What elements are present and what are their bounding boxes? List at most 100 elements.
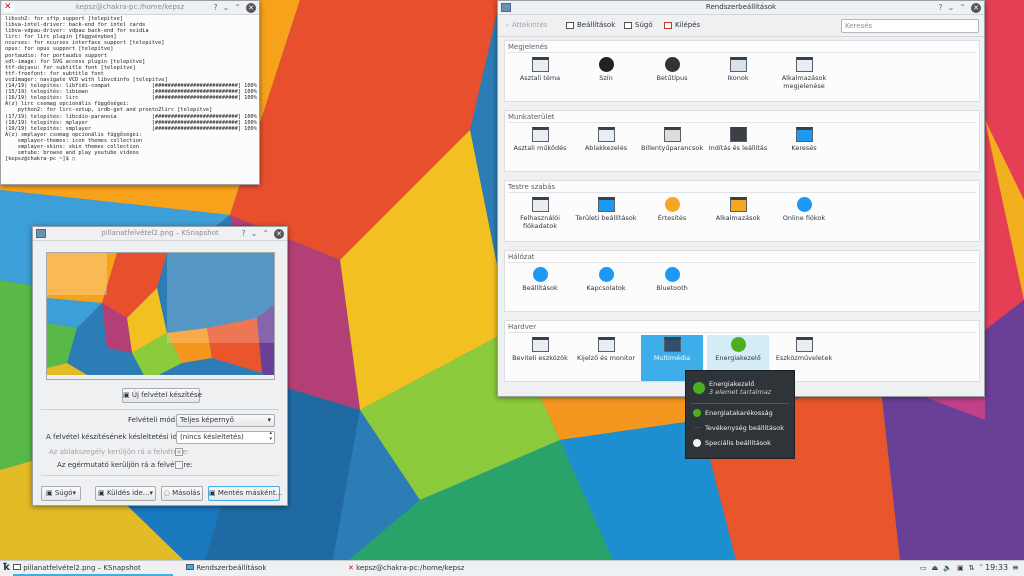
settings-item[interactable]: Beviteli eszközök <box>509 335 571 381</box>
window-border-checkbox[interactable]: ✕ <box>175 448 183 456</box>
close-icon[interactable]: ✕ <box>274 229 284 239</box>
settings-item[interactable]: Asztali működés <box>509 125 571 171</box>
delay-value: (nincs késleltetés) <box>180 433 244 441</box>
connections-icon <box>598 267 614 282</box>
ksnapshot-window[interactable]: pillanatfelvétel2.png – KSnapshot ? ⌄ ⌃ ✕ ▣… <box>32 226 288 506</box>
quit-button[interactable]: Kilépés <box>664 21 700 29</box>
category-0: Megjelenés Asztali téma Szín Betűtípus Ikono… <box>504 40 980 102</box>
app-launcher-icon[interactable]: ꝁ <box>3 562 10 573</box>
settings-titlebar[interactable]: Rendszerbeállítások ? ⌄ ⌃ ✕ <box>498 1 984 15</box>
settings-item-label: Felhasználói fiókadatok <box>520 214 560 230</box>
device-notifier-icon[interactable]: ⏏ <box>932 564 939 572</box>
save-as-button[interactable]: ▣ Mentés másként... <box>208 486 282 501</box>
terminal-line: [kepsz@chakra-pc ~]$ ▯ <box>5 156 76 163</box>
new-screenshot-button[interactable]: ▣ Új felvétel készítése <box>122 388 202 403</box>
settings-item[interactable]: Alkalmazások <box>707 195 769 241</box>
panel-menu-icon[interactable]: ≡ <box>1012 563 1019 572</box>
spin-arrows-icon[interactable]: ▴ ▾ <box>269 432 272 442</box>
help-button[interactable]: ▣ Súgó▾ <box>41 486 81 501</box>
tooltip-subtitle: 3 elemet tartalmaz <box>709 388 772 396</box>
settings-item[interactable]: Értesítés <box>641 195 703 241</box>
settings-item-label: Értesítés <box>657 214 687 222</box>
divider <box>41 409 279 410</box>
send-to-label: Küldés ide... <box>106 489 150 497</box>
close-icon[interactable]: ✕ <box>246 3 256 13</box>
settings-item[interactable]: Beállítások <box>509 265 571 311</box>
close-icon[interactable]: ✕ <box>971 3 981 13</box>
divider <box>508 52 976 53</box>
settings-item[interactable]: Bluetooth <box>641 265 703 311</box>
tray-expand-icon[interactable]: ˄ <box>979 564 983 572</box>
tooltip-item: ··· Tevékenység beállítások <box>693 424 784 432</box>
minimize-icon[interactable]: ⌄ <box>223 3 230 13</box>
category-3: Hálózat Beállítások Kapcsolatok Bluetooth <box>504 250 980 312</box>
copy-button[interactable]: ◌ Másolás <box>161 486 203 501</box>
maximize-icon[interactable]: ⌃ <box>959 3 966 13</box>
maximize-icon[interactable]: ⌃ <box>234 3 241 13</box>
settings-item[interactable]: Billentyűparancsok <box>641 125 703 171</box>
volume-icon[interactable]: 🔈 <box>943 564 952 572</box>
settings-item[interactable]: Keresés <box>773 125 835 171</box>
divider <box>508 122 976 123</box>
settings-item[interactable]: Felhasználói fiókadatok <box>509 195 571 241</box>
maximize-icon[interactable]: ⌃ <box>262 229 269 239</box>
multimedia-icon <box>663 337 681 352</box>
configure-button[interactable]: Beállítások <box>566 21 615 29</box>
tooltip-title: Energiakezelő <box>709 380 755 388</box>
task-label: kepsz@chakra-pc:/home/kepsz <box>356 564 465 572</box>
help-icon[interactable]: ? <box>241 229 245 239</box>
overview-label: Áttekintés <box>511 21 548 29</box>
overview-button[interactable]: ‹ Áttekintés <box>506 21 547 29</box>
screen-icon[interactable]: ▣ <box>957 564 964 572</box>
divider <box>508 192 976 193</box>
settings-item[interactable]: Asztali téma <box>509 55 571 101</box>
mouse-cursor-checkbox[interactable] <box>175 461 183 469</box>
clock[interactable]: 19:33 <box>985 563 1008 572</box>
task-terminal[interactable]: ✕ kepsz@chakra-pc:/home/kepsz <box>348 564 464 572</box>
mouse-cursor-label: Az egérmutató kerüljön rá a felvételre: <box>57 461 193 469</box>
help-icon[interactable]: ? <box>938 3 942 13</box>
terminal-window[interactable]: ✕ kepsz@chakra-pc:/home/kepsz ? ⌄ ⌃ ✕ libss… <box>0 0 260 185</box>
system-settings-window[interactable]: Rendszerbeállítások ? ⌄ ⌃ ✕ ‹ Áttekintés Beá… <box>497 0 985 397</box>
task-settings[interactable]: Rendszerbeállítások <box>186 564 266 572</box>
font-icon <box>664 57 680 72</box>
screenshot-preview[interactable] <box>46 252 275 380</box>
settings-item[interactable]: Területi beállítások <box>575 195 637 241</box>
delay-spinbox[interactable]: (nincs késleltetés) ▴ ▾ <box>176 431 275 444</box>
settings-item[interactable]: Szín <box>575 55 637 101</box>
tooltip-item-label: Tevékenység beállítások <box>705 424 784 432</box>
terminal-titlebar[interactable]: ✕ kepsz@chakra-pc:/home/kepsz ? ⌄ ⌃ ✕ <box>1 1 259 15</box>
quit-icon <box>664 21 672 29</box>
minimize-icon[interactable]: ⌄ <box>948 3 955 13</box>
device-actions-icon <box>795 337 813 352</box>
search-input[interactable]: Keresés <box>841 19 979 33</box>
settings-item-label: Ablakkezelés <box>584 144 628 152</box>
settings-item[interactable]: Indítás és leállítás <box>707 125 769 171</box>
settings-item[interactable]: Alkalmazások megjelenése <box>773 55 835 101</box>
terminal-line: (19/19) telepítés: smplayer [###########… <box>5 125 257 132</box>
settings-item-label: Energiakezelő <box>715 354 761 362</box>
ksnapshot-titlebar[interactable]: pillanatfelvétel2.png – KSnapshot ? ⌄ ⌃ ✕ <box>33 227 287 241</box>
settings-item[interactable]: Ikonok <box>707 55 769 101</box>
settings-item[interactable]: Ablakkezelés <box>575 125 637 171</box>
back-arrow-icon: ‹ <box>506 21 509 29</box>
settings-item[interactable]: Online fiókok <box>773 195 835 241</box>
settings-item[interactable]: Kijelző és monitor <box>575 335 637 381</box>
network-icon[interactable]: ⇅ <box>969 564 975 572</box>
category-1: Munkaterület Asztali működés Ablakkezelés B… <box>504 110 980 172</box>
send-to-button[interactable]: ▣ Küldés ide...▾ <box>95 486 156 501</box>
settings-item[interactable]: Betűtípus <box>641 55 703 101</box>
settings-item[interactable]: Kapcsolatok <box>575 265 637 311</box>
task-ksnapshot[interactable]: pillanatfelvétel2.png – KSnapshot <box>13 564 141 572</box>
help-icon[interactable]: ? <box>213 3 217 13</box>
clipboard-icon[interactable]: ▭ <box>920 564 927 572</box>
online-accounts-icon <box>796 197 812 212</box>
category-title: Hardver <box>508 323 537 331</box>
energy-tooltip: Energiakezelő 3 elemet tartalmaz Energiat… <box>685 370 795 459</box>
terminal-output[interactable]: libssh2: for sftp support [telepítve] lib… <box>1 15 259 184</box>
help-menu-button[interactable]: Súgó <box>624 21 653 29</box>
minimize-icon[interactable]: ⌄ <box>251 229 258 239</box>
capture-mode-select[interactable]: Teljes képernyő ▾ <box>176 414 275 427</box>
settings-item-label: Billentyűparancsok <box>641 144 704 152</box>
save-icon: ▣ <box>209 489 218 497</box>
